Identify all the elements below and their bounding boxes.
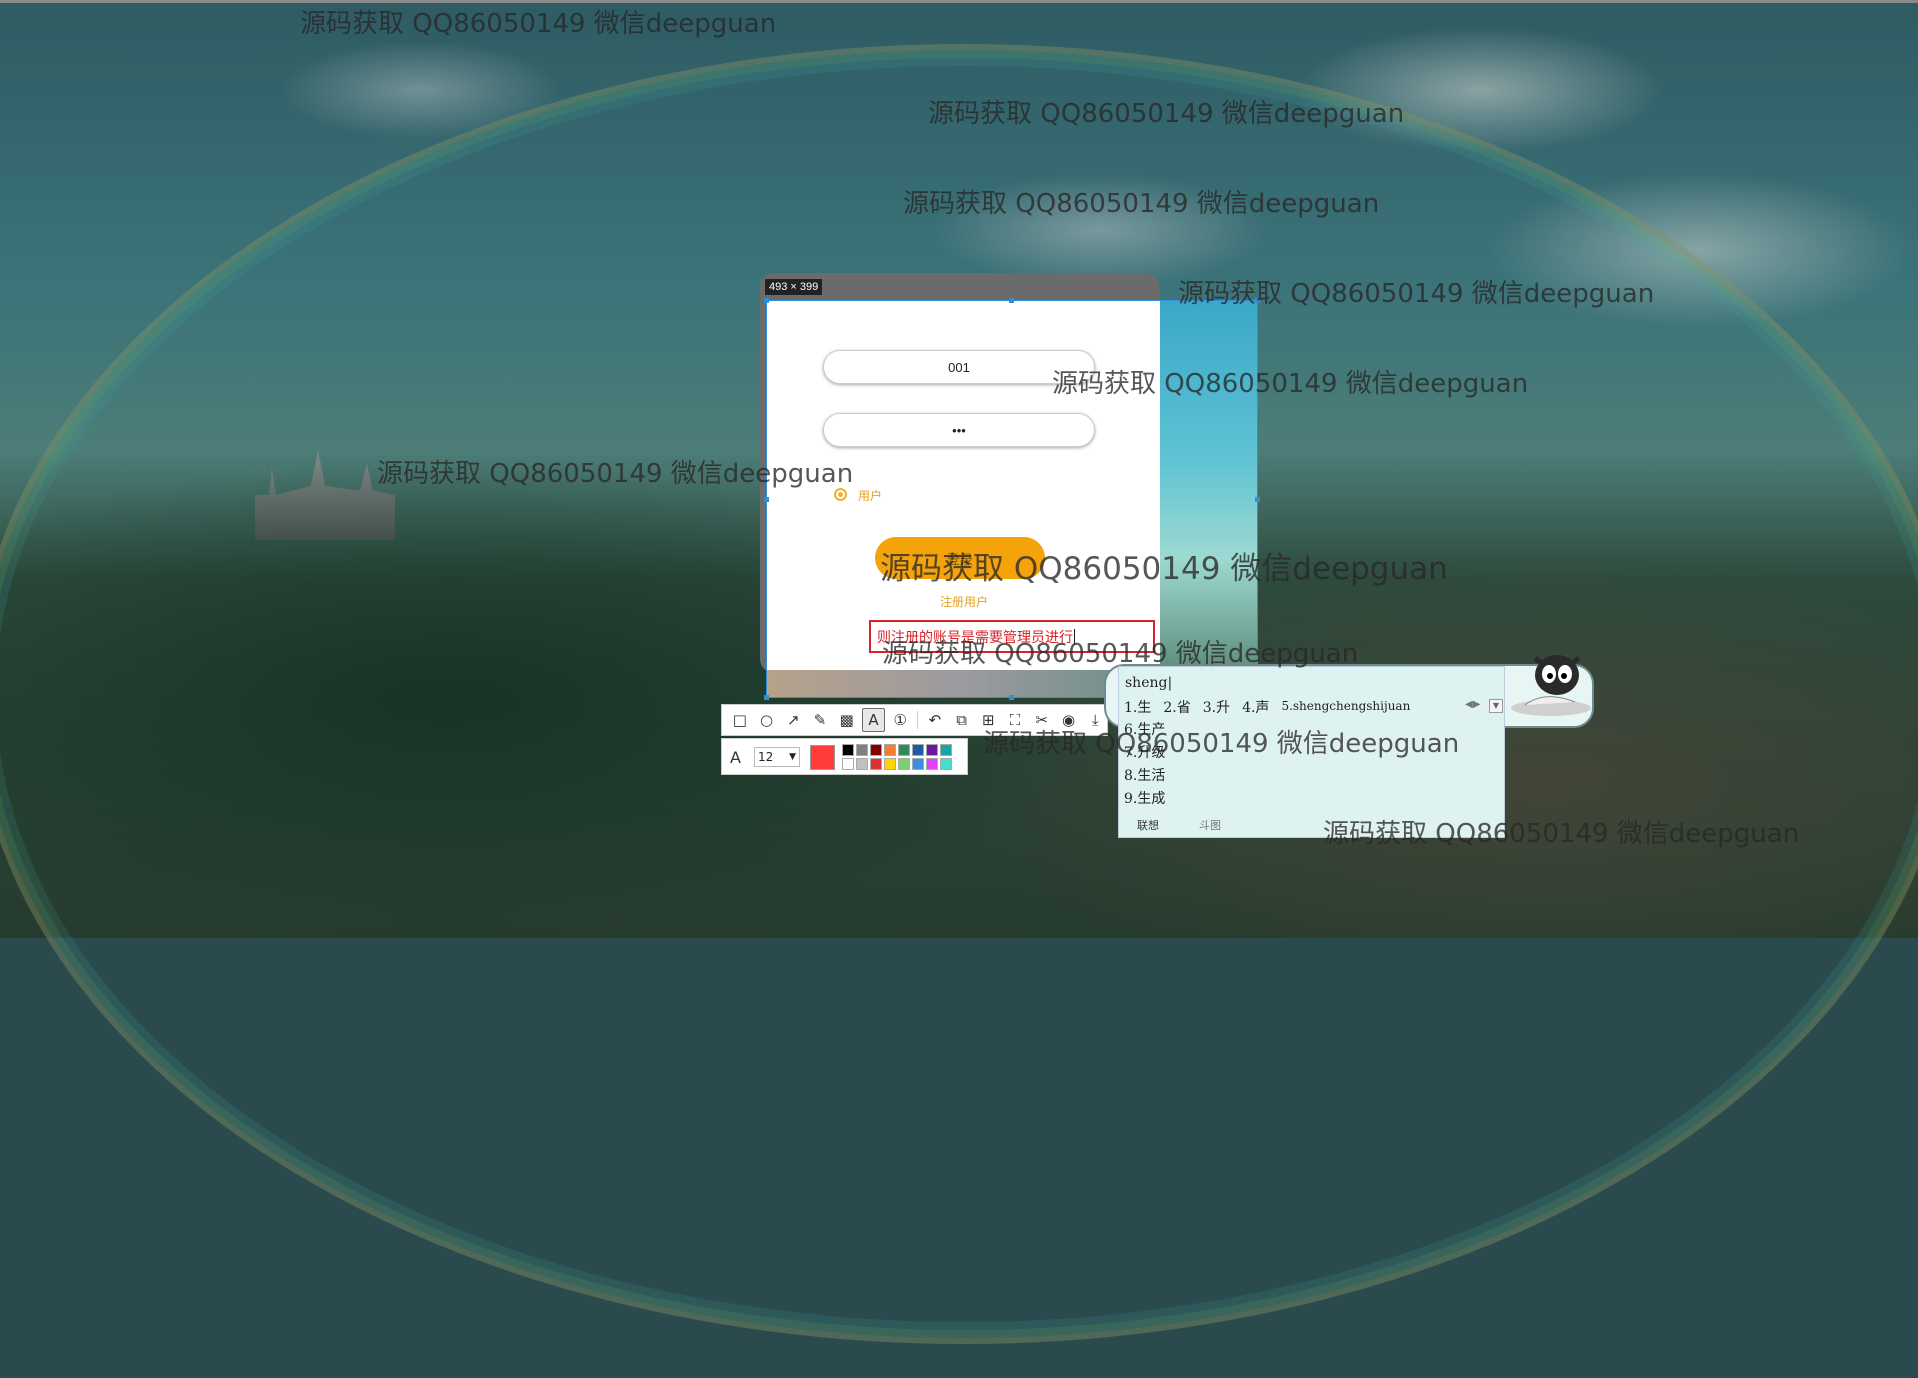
ime-candidate[interactable]: 9.生成 (1124, 788, 1165, 811)
toolbar-separator (917, 711, 919, 729)
resize-handle[interactable] (1255, 298, 1260, 303)
password-field[interactable]: ••• (823, 413, 1095, 447)
translate-icon[interactable]: ⧉ (950, 708, 974, 732)
ime-candidate-row: 1.生 2.省 3.升 4.声 5.shengchengshijuan (1124, 697, 1410, 717)
undo-icon[interactable]: ↶ (923, 708, 947, 732)
color-swatch[interactable] (912, 744, 924, 756)
ime-candidate[interactable]: 5.shengchengshijuan (1281, 697, 1410, 717)
ime-candidate[interactable]: 4.声 (1242, 697, 1269, 717)
color-swatch[interactable] (884, 758, 896, 770)
ime-tab[interactable]: 斗图 (1199, 817, 1221, 833)
color-swatch[interactable] (898, 744, 910, 756)
color-swatch[interactable] (940, 758, 952, 770)
ime-candidate[interactable]: 3.升 (1203, 697, 1230, 717)
top-edge-line (0, 0, 1918, 3)
resize-handle[interactable] (764, 298, 769, 303)
long-screenshot-icon[interactable]: ⛶ (1003, 708, 1027, 732)
login-button[interactable]: 登录 (875, 537, 1045, 579)
color-swatch[interactable] (898, 758, 910, 770)
register-link[interactable]: 注册用户 (940, 593, 988, 610)
color-palette (842, 744, 952, 770)
pin-icon[interactable]: ✂ (1030, 708, 1054, 732)
color-swatch[interactable] (912, 758, 924, 770)
color-swatch[interactable] (940, 744, 952, 756)
ellipse-tool-icon[interactable]: ○ (755, 708, 779, 732)
captured-background-strip (1160, 301, 1257, 697)
rectangle-tool-icon[interactable]: □ (728, 708, 752, 732)
ime-tabs: 联想 斗图 (1137, 817, 1221, 833)
color-swatch[interactable] (842, 744, 854, 756)
ocr-icon[interactable]: ⊞ (976, 708, 1000, 732)
text-tool-icon[interactable]: A (861, 708, 886, 732)
resize-handle[interactable] (764, 695, 769, 700)
font-size-value: 12 (758, 750, 774, 764)
resize-handle[interactable] (1255, 497, 1260, 502)
ime-candidate[interactable]: 1.生 (1124, 697, 1151, 717)
ime-more-candidates: 6.生产 7.升级 8.生活 9.生成 (1124, 719, 1165, 811)
color-swatch[interactable] (884, 744, 896, 756)
resize-handle[interactable] (764, 497, 769, 502)
ime-candidate-window: sheng| 1.生 2.省 3.升 4.声 5.shengchengshijuan ◀… (1118, 666, 1505, 838)
role-radio[interactable] (834, 488, 847, 501)
screenshot-toolbar: □ ○ ↗ ✎ ▩ A ① ↶ ⧉ ⊞ ⛶ ✂ ◉ ⤓ (721, 704, 1108, 736)
ime-page-arrows-icon[interactable]: ◀▶ (1465, 699, 1480, 710)
arrow-tool-icon[interactable]: ↗ (781, 708, 805, 732)
capture-size-badge: 493 × 399 (765, 279, 823, 295)
captured-bottom-strip (767, 670, 1160, 697)
font-icon: A (730, 748, 741, 767)
ime-expand-icon[interactable]: ▼ (1489, 699, 1503, 713)
ime-tab[interactable]: 联想 (1137, 817, 1159, 833)
current-color-swatch[interactable] (810, 745, 835, 770)
font-size-select[interactable]: 12 ▼ (754, 747, 800, 767)
text-annotation-box[interactable]: 则注册的账号是需要管理员进行 (869, 620, 1155, 653)
ime-mascot-icon (1511, 655, 1591, 716)
color-swatch[interactable] (842, 758, 854, 770)
text-annotation-content: 则注册的账号是需要管理员进行 (877, 629, 1073, 646)
username-field[interactable]: 001 (823, 350, 1095, 384)
chevron-down-icon: ▼ (789, 752, 796, 762)
pen-tool-icon[interactable]: ✎ (808, 708, 832, 732)
ime-candidate[interactable]: 2.省 (1163, 697, 1190, 717)
number-tool-icon[interactable]: ① (888, 708, 912, 732)
ime-candidate[interactable]: 6.生产 (1124, 719, 1165, 742)
role-radio-label: 用户 (858, 489, 883, 503)
color-swatch[interactable] (870, 744, 882, 756)
ime-candidate[interactable]: 8.生活 (1124, 765, 1165, 788)
color-swatch[interactable] (856, 744, 868, 756)
color-swatch[interactable] (926, 758, 938, 770)
resize-handle[interactable] (1009, 695, 1014, 700)
record-icon[interactable]: ◉ (1057, 708, 1081, 732)
text-style-toolbar: A 12 ▼ (721, 738, 968, 775)
resize-handle[interactable] (1009, 298, 1014, 303)
ime-pinyin: sheng| (1125, 675, 1173, 691)
text-caret (1074, 628, 1075, 645)
ime-candidate[interactable]: 7.升级 (1124, 742, 1165, 765)
color-swatch[interactable] (856, 758, 868, 770)
color-swatch[interactable] (870, 758, 882, 770)
color-swatch[interactable] (926, 744, 938, 756)
mosaic-tool-icon[interactable]: ▩ (835, 708, 859, 732)
